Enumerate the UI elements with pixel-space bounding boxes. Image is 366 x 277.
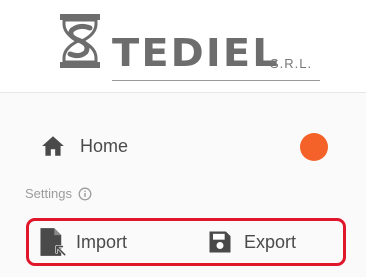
header-divider [0,92,366,93]
nav-item-home-label: Home [80,135,129,156]
import-button[interactable]: Import [38,224,127,260]
file-import-icon [40,228,66,257]
save-icon [209,231,231,253]
settings-header-label: Settings [25,186,72,201]
status-indicator-dot [300,133,328,161]
hourglass-s-logo [60,14,100,68]
nav-item-home[interactable]: Home [30,126,340,166]
brand-name: TEDIEL [112,31,280,75]
export-label: Export [244,231,297,252]
sidebar-panel: TEDIEL S.R.L. Home Settings Import Expor… [0,0,366,277]
home-icon [42,136,64,156]
brand-underline [112,80,320,81]
info-icon[interactable] [78,187,92,201]
import-label: Import [76,231,128,252]
brand-suffix: S.R.L. [270,56,313,71]
settings-section-header: Settings [25,186,92,201]
brand-header: TEDIEL S.R.L. [0,0,366,92]
export-button[interactable]: Export [206,224,296,260]
